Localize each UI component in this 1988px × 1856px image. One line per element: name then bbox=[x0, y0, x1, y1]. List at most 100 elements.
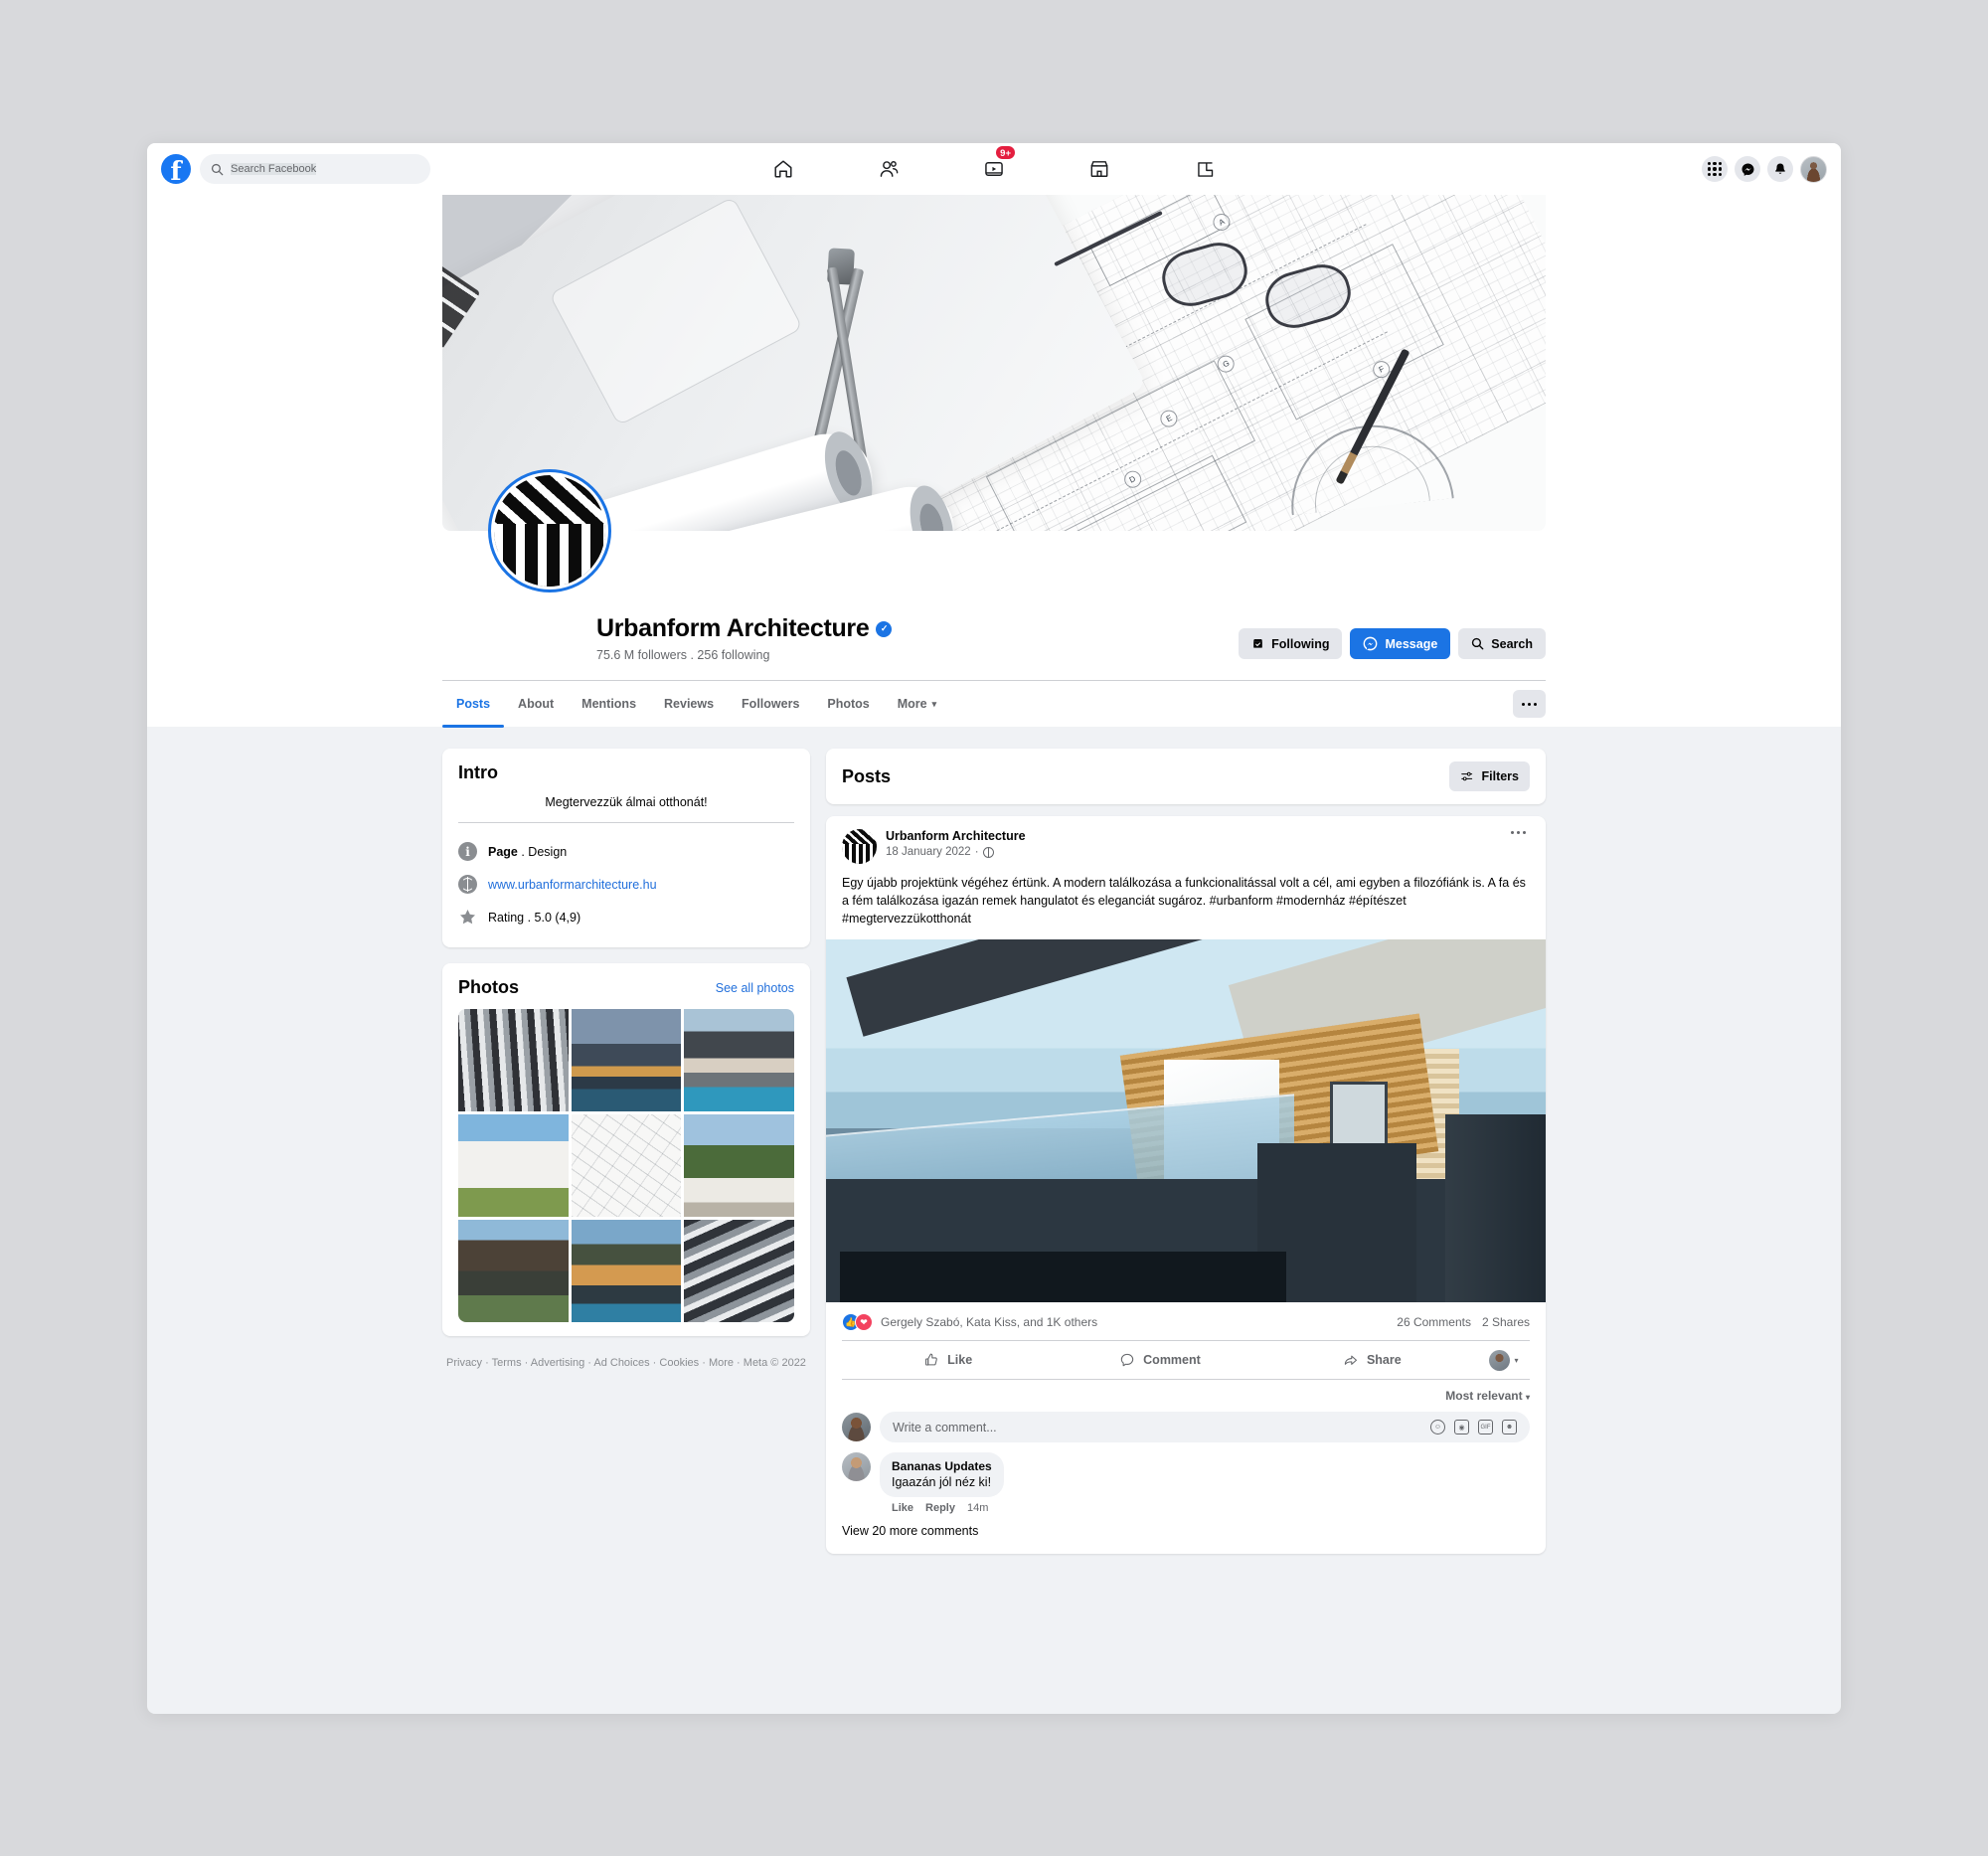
comment-like-button[interactable]: Like bbox=[892, 1502, 913, 1514]
gif-icon[interactable]: GIF bbox=[1478, 1420, 1493, 1435]
share-count[interactable]: 2 Shares bbox=[1482, 1315, 1530, 1329]
website-link[interactable]: www.urbanformarchitecture.hu bbox=[488, 878, 657, 892]
account-avatar[interactable] bbox=[1800, 155, 1827, 183]
post-author-name[interactable]: Urbanform Architecture bbox=[886, 829, 1026, 843]
footer-link-more[interactable]: More bbox=[709, 1357, 734, 1369]
footer-link-terms[interactable]: Terms bbox=[492, 1357, 522, 1369]
following-check-icon bbox=[1253, 639, 1263, 648]
posts-header: Posts Filters bbox=[842, 761, 1530, 791]
view-more-comments-link[interactable]: View 20 more comments bbox=[826, 1514, 1546, 1554]
filters-icon bbox=[1461, 771, 1473, 781]
comment-actions: Like Reply 14m bbox=[880, 1497, 1004, 1514]
footer-link-cookies[interactable]: Cookies bbox=[659, 1357, 699, 1369]
photos-title: Photos bbox=[458, 977, 519, 997]
share-as-avatar-button[interactable]: ▾ bbox=[1478, 1349, 1530, 1371]
post-text: Egy újabb projektünk végéhez értünk. A m… bbox=[842, 876, 1526, 927]
topbar-nav: 9+ bbox=[761, 145, 1227, 186]
star-icon bbox=[459, 910, 476, 925]
page-body: Intro Megtervezzük álmai otthonát! i Pag… bbox=[442, 727, 1546, 1555]
reaction-icons[interactable]: 👍 ❤ bbox=[842, 1313, 873, 1332]
page-options-button[interactable] bbox=[1513, 690, 1546, 718]
search-input[interactable]: Search Facebook bbox=[200, 154, 430, 184]
facebook-logo-icon[interactable] bbox=[161, 154, 191, 187]
comment-input[interactable]: Write a comment... ☺ ◉ GIF ☻ bbox=[880, 1412, 1530, 1443]
message-button[interactable]: Message bbox=[1350, 628, 1451, 659]
intro-row-category: i Page . Design bbox=[458, 835, 794, 868]
avatar bbox=[1489, 1349, 1511, 1371]
comment-reply-button[interactable]: Reply bbox=[925, 1502, 955, 1514]
comment-sort-button[interactable]: Most relevant ▾ bbox=[1445, 1389, 1530, 1403]
commenter-avatar[interactable] bbox=[842, 1452, 871, 1482]
footer-link-advertising[interactable]: Advertising bbox=[531, 1357, 584, 1369]
marketplace-icon[interactable] bbox=[1077, 152, 1121, 186]
following-button[interactable]: Following bbox=[1239, 628, 1343, 659]
photo-thumbnail[interactable] bbox=[571, 1009, 682, 1111]
intro-row-website[interactable]: www.urbanformarchitecture.hu bbox=[458, 868, 794, 901]
comment-sort-row: Most relevant ▾ bbox=[826, 1380, 1546, 1407]
comment-composer: Write a comment... ☺ ◉ GIF ☻ bbox=[826, 1407, 1546, 1450]
like-button-label: Like bbox=[947, 1353, 973, 1368]
search-placeholder: Search Facebook bbox=[231, 163, 317, 175]
groups-icon[interactable] bbox=[1183, 152, 1227, 186]
photos-header: Photos See all photos bbox=[458, 977, 794, 998]
tab-reviews[interactable]: Reviews bbox=[650, 681, 728, 728]
tab-posts[interactable]: Posts bbox=[442, 681, 505, 728]
photo-thumbnail[interactable] bbox=[458, 1114, 569, 1217]
photo-thumbnail[interactable] bbox=[684, 1009, 794, 1111]
profile-identity: Urbanform Architecture ✓ 75.6 M follower… bbox=[596, 614, 893, 662]
tab-photos[interactable]: Photos bbox=[813, 681, 883, 728]
filters-button[interactable]: Filters bbox=[1449, 761, 1530, 791]
profile-action-buttons: Following Message Search bbox=[1239, 614, 1546, 659]
bell-glyph bbox=[1775, 163, 1785, 174]
comment-body: Bananas Updates Igaazán jól néz ki! Like… bbox=[880, 1452, 1004, 1514]
cover-photo[interactable]: A C E G D F bbox=[442, 195, 1546, 531]
post-options-button[interactable] bbox=[1507, 829, 1530, 836]
page-search-button[interactable]: Search bbox=[1458, 628, 1546, 659]
post-author-avatar[interactable] bbox=[842, 829, 877, 864]
friends-icon[interactable] bbox=[867, 152, 911, 186]
comment-button[interactable]: Comment bbox=[1054, 1344, 1265, 1376]
chevron-down-icon: ▾ bbox=[1525, 1393, 1530, 1403]
like-button[interactable]: Like bbox=[842, 1344, 1054, 1376]
post-action-bar: Like Comment Share ▾ bbox=[842, 1340, 1530, 1381]
home-icon[interactable] bbox=[761, 152, 805, 186]
menu-grid-icon[interactable] bbox=[1702, 156, 1728, 182]
commenter-name[interactable]: Bananas Updates bbox=[892, 1459, 992, 1473]
footer-link-privacy[interactable]: Privacy bbox=[446, 1357, 482, 1369]
photo-thumbnail[interactable] bbox=[571, 1220, 682, 1322]
photo-thumbnail[interactable] bbox=[458, 1220, 569, 1322]
photo-thumbnail[interactable] bbox=[458, 1009, 569, 1111]
tab-followers[interactable]: Followers bbox=[728, 681, 813, 728]
see-all-photos-link[interactable]: See all photos bbox=[716, 981, 794, 995]
intro-category: Page . Design bbox=[488, 844, 568, 859]
tab-about[interactable]: About bbox=[504, 681, 568, 728]
messenger-icon[interactable] bbox=[1735, 156, 1760, 182]
tab-more[interactable]: More ▾ bbox=[884, 681, 950, 728]
photo-thumbnail[interactable] bbox=[571, 1114, 682, 1217]
watch-icon[interactable]: 9+ bbox=[972, 145, 1016, 186]
comment-count[interactable]: 26 Comments bbox=[1397, 1315, 1471, 1329]
page-name: Urbanform Architecture bbox=[596, 614, 870, 642]
messenger-icon bbox=[1364, 636, 1378, 651]
post-image[interactable] bbox=[826, 939, 1546, 1303]
posts-title: Posts bbox=[842, 765, 892, 786]
follower-stats: 75.6 M followers . 256 following bbox=[596, 648, 770, 662]
verified-badge-icon: ✓ bbox=[876, 620, 893, 637]
rating-text: Rating . 5.0 (4,9) bbox=[488, 910, 581, 925]
photo-thumbnail[interactable] bbox=[684, 1220, 794, 1322]
sticker-icon[interactable]: ☻ bbox=[1502, 1420, 1517, 1435]
emoji-icon[interactable]: ☺ bbox=[1430, 1420, 1445, 1435]
notifications-icon[interactable] bbox=[1767, 156, 1793, 182]
profile-header: A C E G D F bbox=[147, 195, 1841, 728]
search-icon bbox=[211, 163, 224, 175]
chevron-down-icon: ▾ bbox=[931, 698, 937, 709]
footer-link-ad-choices[interactable]: Ad Choices bbox=[593, 1357, 649, 1369]
comment-item: Bananas Updates Igaazán jól néz ki! Like… bbox=[826, 1450, 1546, 1514]
reaction-names[interactable]: Gergely Szabó, Kata Kiss, and 1K others bbox=[881, 1315, 1097, 1329]
photo-grid bbox=[458, 1009, 794, 1322]
photo-thumbnail[interactable] bbox=[684, 1114, 794, 1217]
tab-mentions[interactable]: Mentions bbox=[568, 681, 650, 728]
camera-icon[interactable]: ◉ bbox=[1454, 1420, 1469, 1435]
share-button[interactable]: Share bbox=[1266, 1344, 1478, 1376]
divider bbox=[458, 822, 794, 823]
